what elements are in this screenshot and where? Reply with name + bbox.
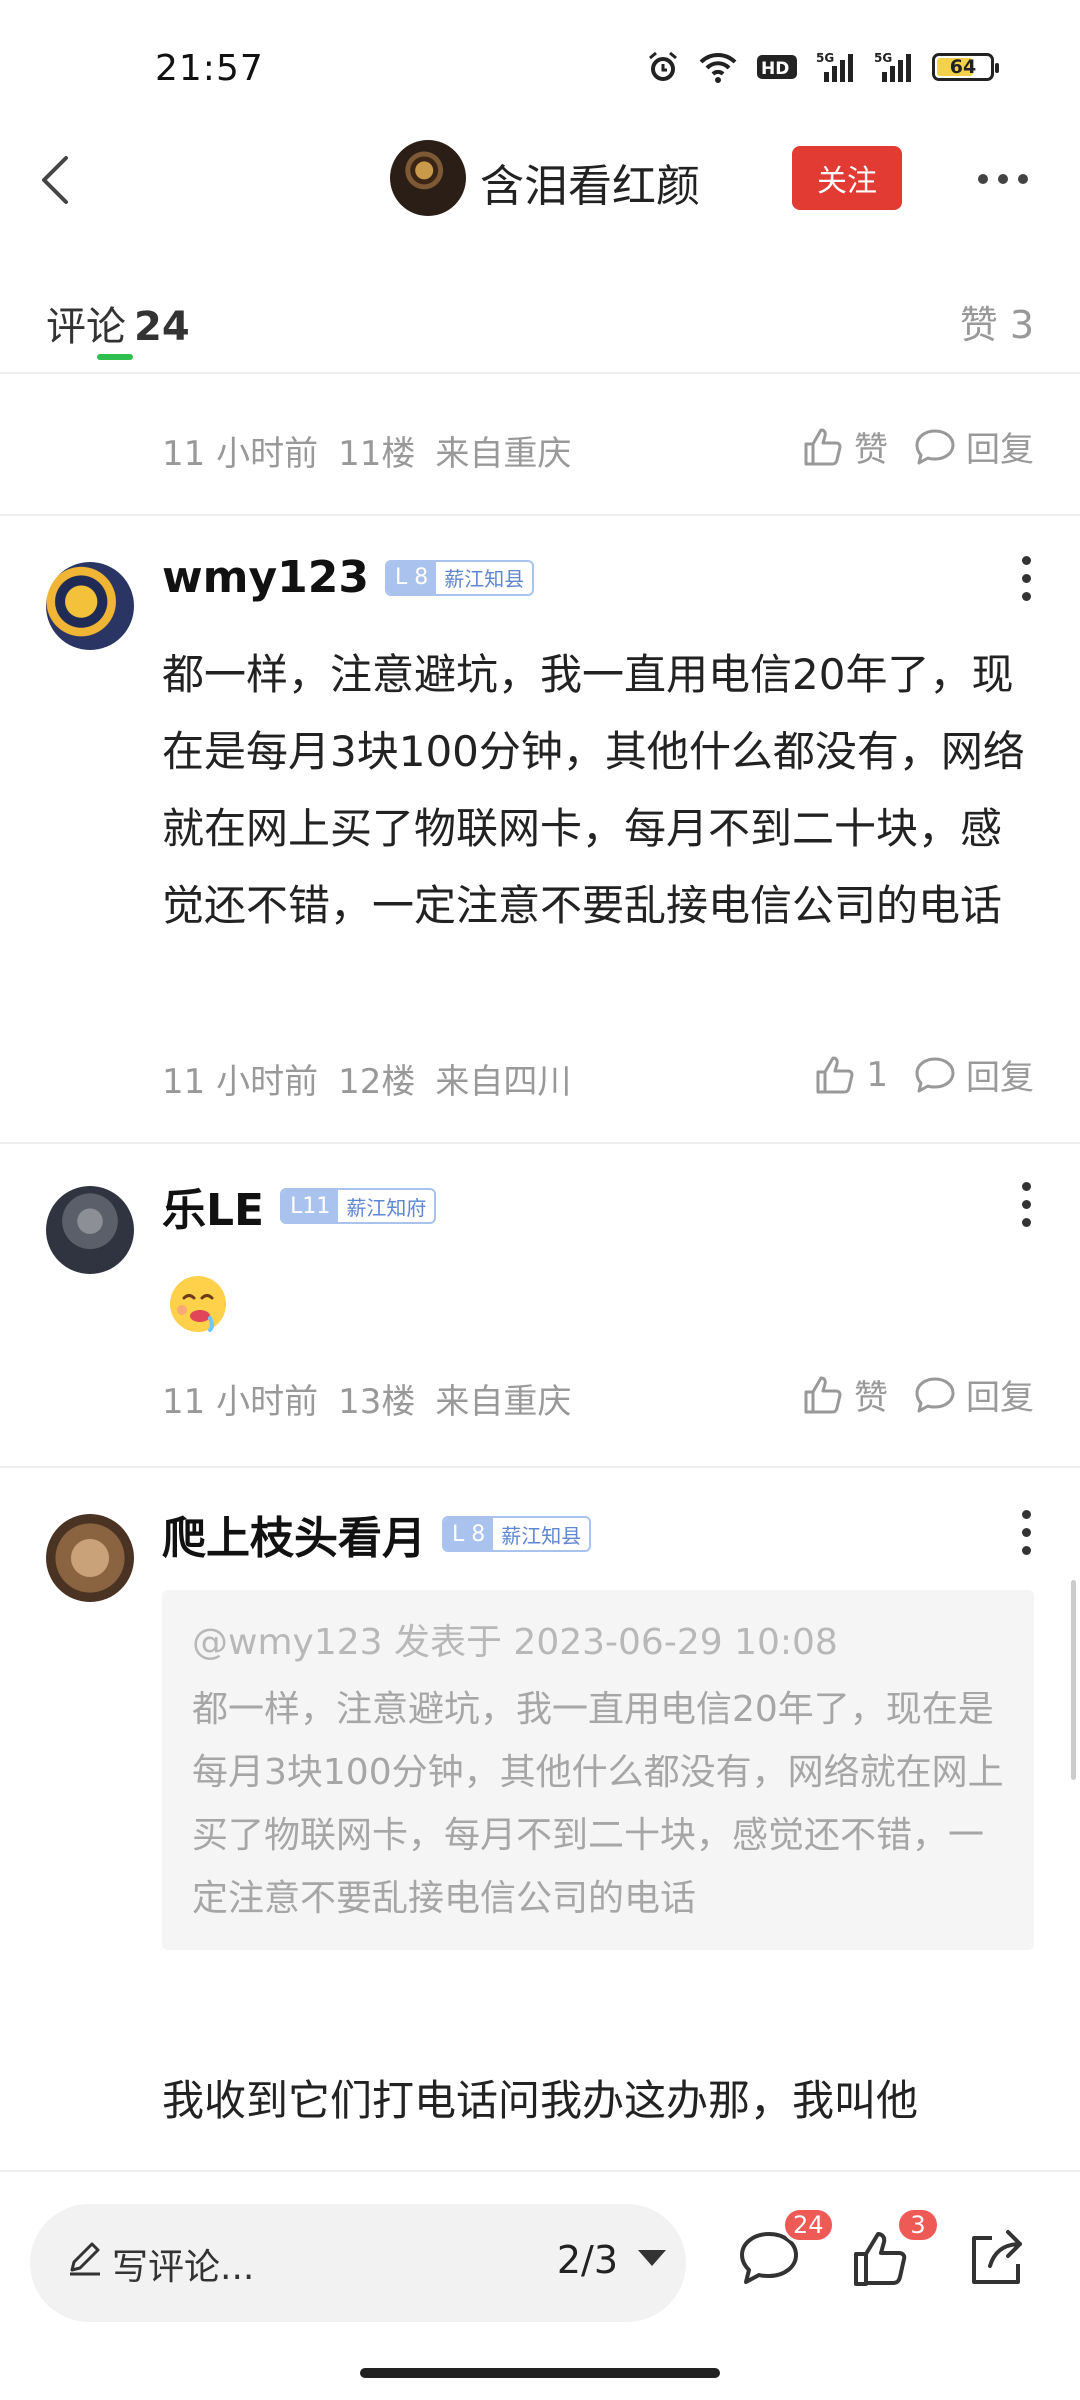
share-icon[interactable] bbox=[962, 2224, 1032, 2294]
commenter-name[interactable]: wmy123 L 8 薪江知县 bbox=[162, 552, 535, 603]
reply-button[interactable]: 回复 bbox=[914, 1050, 1034, 1099]
comment-actions: 赞 回复 bbox=[802, 422, 1034, 471]
level-badge: L11 薪江知府 bbox=[280, 1188, 437, 1224]
comment-divider bbox=[0, 1466, 1080, 1468]
comment-more-icon[interactable] bbox=[1016, 1182, 1036, 1227]
quote-header: @wmy123 发表于 2023-06-29 10:08 bbox=[192, 1622, 838, 1663]
quote-body: 都一样，注意避坑，我一直用电信20年了，现在是每月3块100分钟，其他什么都没有… bbox=[192, 1689, 1004, 1919]
wifi-icon bbox=[699, 52, 737, 83]
status-bar: 21:57 HD 5G 5G 64 bbox=[0, 0, 1080, 130]
like-button[interactable]: 赞 bbox=[802, 422, 888, 471]
drooling-face-emoji-icon bbox=[170, 1276, 226, 1332]
commenter-avatar[interactable] bbox=[46, 1186, 134, 1274]
comment-meta: 11 小时前 12楼 来自四川 bbox=[162, 1062, 572, 1102]
svg-text:HD: HD bbox=[761, 59, 789, 79]
like-button[interactable]: 赞 bbox=[802, 1370, 888, 1419]
level-badge: L 8 薪江知县 bbox=[385, 559, 535, 596]
commenter-avatar[interactable] bbox=[46, 562, 134, 650]
active-tab-indicator bbox=[97, 354, 133, 360]
comment-text: 都一样，注意避坑，我一直用电信20年了，现在是每月3块100分钟，其他什么都没有… bbox=[162, 650, 1025, 930]
comment-more-icon[interactable] bbox=[1016, 1510, 1036, 1555]
home-indicator[interactable] bbox=[360, 2368, 720, 2378]
chat-bubble-icon bbox=[915, 429, 955, 464]
comment-list[interactable]: 11 小时前 11楼 来自重庆 赞 回复 wmy123 L 8 薪江知县 都一样，注意… bbox=[0, 374, 1080, 2170]
back-arrow-icon[interactable] bbox=[30, 150, 90, 210]
reply-button[interactable]: 回复 bbox=[914, 1370, 1034, 1419]
chat-bubble-icon bbox=[915, 1377, 955, 1412]
page-dropdown-icon[interactable] bbox=[638, 2250, 666, 2266]
comment-count-badge: 24 bbox=[782, 2207, 835, 2243]
comment-text: 我收到它们打电话问我办这办那，我叫他 bbox=[162, 2076, 919, 2125]
comment-actions: 1 回复 bbox=[814, 1050, 1034, 1099]
comment-actions: 赞 回复 bbox=[802, 1370, 1034, 1419]
follow-button[interactable]: 关注 bbox=[792, 146, 902, 210]
thumbs-up-icon bbox=[804, 428, 842, 465]
reply-button[interactable]: 回复 bbox=[914, 422, 1034, 471]
more-options-icon[interactable] bbox=[978, 164, 1038, 194]
svg-text:5G: 5G bbox=[816, 51, 834, 65]
comment-tabs: 评论 24 赞 3 bbox=[0, 270, 1080, 374]
chat-bubble-icon bbox=[915, 1057, 955, 1092]
pencil-icon bbox=[70, 2242, 100, 2276]
signal-5g-icon-2: 5G bbox=[874, 51, 911, 82]
comment-divider bbox=[0, 514, 1080, 516]
battery-icon: 64 bbox=[932, 53, 999, 81]
commenter-avatar[interactable] bbox=[46, 1514, 134, 1602]
comment-divider bbox=[0, 1142, 1080, 1144]
thumbs-up-icon bbox=[804, 1376, 842, 1413]
comment-meta: 11 小时前 13楼 来自重庆 bbox=[162, 1382, 572, 1422]
scrollbar[interactable] bbox=[1071, 1580, 1076, 1780]
tab-comments[interactable]: 评论 24 bbox=[46, 294, 190, 352]
status-time: 21:57 bbox=[155, 48, 264, 89]
commenter-name[interactable]: 乐LE L11 薪江知府 bbox=[162, 1174, 437, 1238]
thumbs-up-icon bbox=[816, 1056, 854, 1093]
author-avatar[interactable] bbox=[390, 140, 466, 216]
alarm-icon bbox=[649, 51, 677, 81]
commenter-name[interactable]: 爬上枝头看月 L 8 薪江知县 bbox=[162, 1502, 592, 1566]
tab-likes[interactable]: 赞 3 bbox=[960, 294, 1034, 349]
write-comment-input[interactable]: 写评论... 2/3 bbox=[30, 2204, 686, 2322]
author-name[interactable]: 含泪看红颜 bbox=[480, 150, 700, 214]
signal-5g-icon: 5G bbox=[816, 51, 853, 82]
quoted-comment[interactable]: @wmy123 发表于 2023-06-29 10:08 都一样，注意避坑，我一… bbox=[162, 1590, 1034, 1950]
page-indicator[interactable]: 2/3 bbox=[557, 2238, 618, 2282]
status-icons: HD 5G 5G 64 bbox=[646, 50, 999, 84]
comment-more-icon[interactable] bbox=[1016, 556, 1036, 601]
level-badge: L 8 薪江知县 bbox=[442, 1516, 592, 1552]
bottom-bar: 写评论... 2/3 24 3 bbox=[0, 2170, 1080, 2400]
hd-icon: HD bbox=[757, 55, 797, 79]
like-button[interactable]: 1 bbox=[814, 1054, 888, 1096]
top-nav: 含泪看红颜 关注 bbox=[0, 130, 1080, 230]
like-count-badge: 3 bbox=[896, 2207, 940, 2243]
comment-meta: 11 小时前 11楼 来自重庆 bbox=[162, 434, 572, 474]
svg-text:5G: 5G bbox=[874, 51, 892, 65]
